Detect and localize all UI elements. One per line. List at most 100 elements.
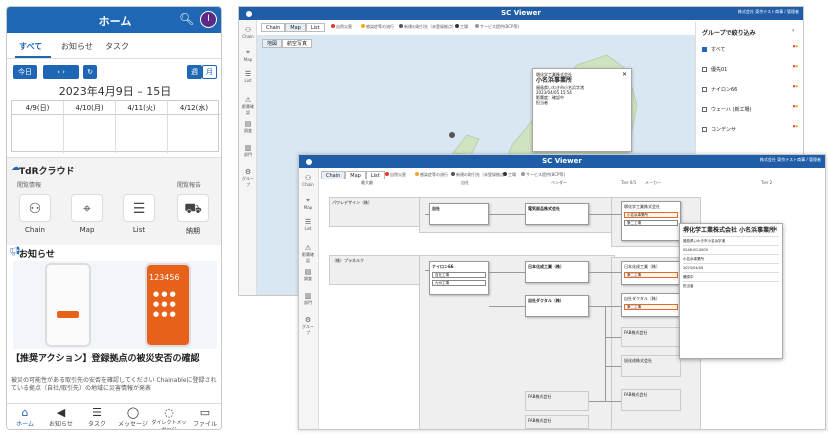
sidebar-item-impact[interactable]: ⚠ 影響確認 [301,244,315,264]
tab-map[interactable]: Map [285,23,306,32]
popup-contact: 担当者 [536,100,548,105]
sidebar-item-dept[interactable]: ▥ 部門 [301,292,315,306]
maker-node[interactable]: 自社ダクタル（株） 第二工場 [621,293,681,317]
calendar-day-header: 4/12(水) [168,101,220,115]
sidebar-item-list[interactable]: ☰ List [301,218,315,231]
chain-icon[interactable]: ⚇ [19,194,51,222]
sidebar-item-survey[interactable]: ▤ 調査 [301,268,315,282]
self-node[interactable]: ナイロン66 自社工場 九州工場 [429,261,489,295]
search-icon[interactable]: 🔍︎ [179,12,194,26]
sidebar-item-group[interactable]: ⚙ グループ [301,316,315,336]
nav-direct-messages[interactable]: ◌ ダイレクトメッセージ [151,406,187,429]
maker-node[interactable]: 旭化成株式会社 [621,355,681,377]
calendar-day-cell[interactable] [116,115,168,153]
nav-messages[interactable]: ◯ メッセージ [115,406,151,428]
popup-note: 確認中 [683,275,694,279]
sidebar-item-impact[interactable]: ⚠ 影響確認 [241,96,255,116]
link-line [605,337,621,338]
group-filter-item[interactable]: コンデンサ ●● [702,124,800,136]
calendar-day-cell[interactable] [12,115,64,153]
tab-news[interactable]: お知らせ [61,41,93,52]
link-line [425,270,429,271]
avatar[interactable]: I [200,11,217,28]
org-info: 株式会社 東京テスト商事 / 管理者 [759,157,821,162]
map-tab-satellite[interactable]: 航空写真 [282,39,313,48]
checkbox[interactable] [702,87,707,92]
nav-home[interactable]: ⌂ ホーム [7,406,43,428]
tab-list[interactable]: List [305,23,325,32]
sidebar-item-map[interactable]: ⌖ Map [301,196,315,210]
group-filter-item[interactable]: ウェーハ (新工場) ●● [702,104,800,116]
section-label: 閲覧情報 [17,182,42,189]
feed-tabs: すべて お知らせ タスク [7,37,221,59]
sidebar-item-list[interactable]: ☰ List [241,70,255,83]
column-header: ベンダー [551,180,567,185]
calendar-day-header: 4/10(月) [64,101,116,115]
map-tab-map[interactable]: 地図 [262,39,283,48]
checkbox[interactable] [702,47,707,52]
calendar-day-cell[interactable] [64,115,116,153]
refresh-button[interactable]: ↻ [83,65,97,79]
checkbox[interactable] [702,127,707,132]
nav-tasks[interactable]: ☰ タスク [79,406,115,428]
map-label: Map [79,226,95,234]
group-filter-item[interactable]: 優先01 ●● [702,64,800,76]
prev-next-buttons[interactable]: ‹ › [43,65,79,79]
sidebar-item-chain[interactable]: ⚇ Chain [241,26,255,39]
column-header: 最大顧 [361,180,373,185]
checkbox[interactable] [702,67,707,72]
vendor-node[interactable]: 自社ダクタル（株） [525,295,589,317]
truck-icon[interactable]: ⛟ [177,194,209,222]
legend-item: サービス提供(BCP等) [475,24,519,30]
view-tabs: Chain Map List [261,23,325,33]
maker-node[interactable]: 堺化学工業株式会社 小名浜事業所 第二工場 [621,201,681,241]
list-icon[interactable]: ☰ [123,194,155,222]
nav-news[interactable]: ◀ お知らせ [43,406,79,428]
maker-node[interactable]: FAB株式会社 [621,327,681,347]
checkbox[interactable] [702,107,707,112]
section-label: 閲覧報告 [177,182,202,189]
announcement-headline[interactable]: 【推奨アクション】登録拠点の被災安否の確認 [11,353,219,365]
vendor-node[interactable]: 日本化成工業（株） [525,261,589,283]
group-filter-item[interactable]: すべて ●● [702,44,800,56]
sidebar-item-group[interactable]: ⚙ グループ [241,168,255,188]
customer-node[interactable]: パワレデザイン（株） [329,197,425,227]
tasks-icon: ☰ [92,406,102,419]
maker-node[interactable]: 日本化成工業（株） 第二工場 [621,261,681,285]
week-view-button[interactable]: 週 [187,65,202,79]
sidebar-item-chain[interactable]: ⚇ Chain [301,174,315,187]
vendor-node[interactable]: 電気部品株式会社 [525,203,589,225]
tab-chain[interactable]: Chain [261,23,286,32]
active-tab-underline [15,56,51,58]
bottom-nav: ⌂ ホーム ◀ お知らせ ☰ タスク ◯ メッセージ ◌ ダイレクトメッセージ ▭ ファイル [7,403,221,429]
link-line [489,272,525,273]
customer-node[interactable]: （株）プラネルク [329,255,425,285]
sidebar-item-dept[interactable]: ▥ 部門 [241,144,255,158]
close-icon[interactable]: ✕ [773,227,778,233]
calendar-day-header: 4/9(日) [12,101,64,115]
chevron-right-icon[interactable]: › [792,27,794,34]
sidebar-item-survey[interactable]: ▤ 調査 [241,120,255,134]
map-icon[interactable]: ⌖ [71,194,103,222]
calendar-day-cell[interactable] [168,115,220,153]
popup-updated: 2023/04/05 [683,266,704,270]
group-filter-item[interactable]: ナイロン66 ●● [702,84,800,96]
nav-files[interactable]: ▭ ファイル [187,406,221,428]
map-type-tabs: 地図 航空写真 [262,39,313,48]
maker-node[interactable]: FAB株式会社 [621,389,681,411]
tab-tasks[interactable]: タスク [105,41,129,52]
vendor-node[interactable]: FAB株式会社 [525,391,589,411]
sidebar-item-map[interactable]: ⌖ Map [241,48,255,62]
panel-title: グループで絞り込み [702,30,756,37]
link-line [489,306,525,307]
close-icon[interactable]: ✕ [622,72,627,78]
sidebar: ⚇ Chain ⌖ Map ☰ List ⚠ 影響確認 ▤ 調査 ▥ 部門 ⚙ グループ [299,168,319,429]
announcement-body: 被災の可能性がある取引先の安否を確認してください Chainableに登録されて… [11,377,217,392]
tdr-cloud-section: ☁ TdRクラウド 閲覧情報 閲覧報告 ⚇ ⌖ ☰ ⛟ Chain Map Li… [7,157,221,245]
vendor-node[interactable]: FAB株式会社 [525,415,589,429]
tab-all[interactable]: すべて [19,41,42,52]
month-view-button[interactable]: 月 [202,65,217,79]
popup-group: 小名浜事業所 [683,257,704,261]
today-button[interactable]: 今日 [13,65,37,79]
self-node[interactable]: 自社 [429,203,489,225]
